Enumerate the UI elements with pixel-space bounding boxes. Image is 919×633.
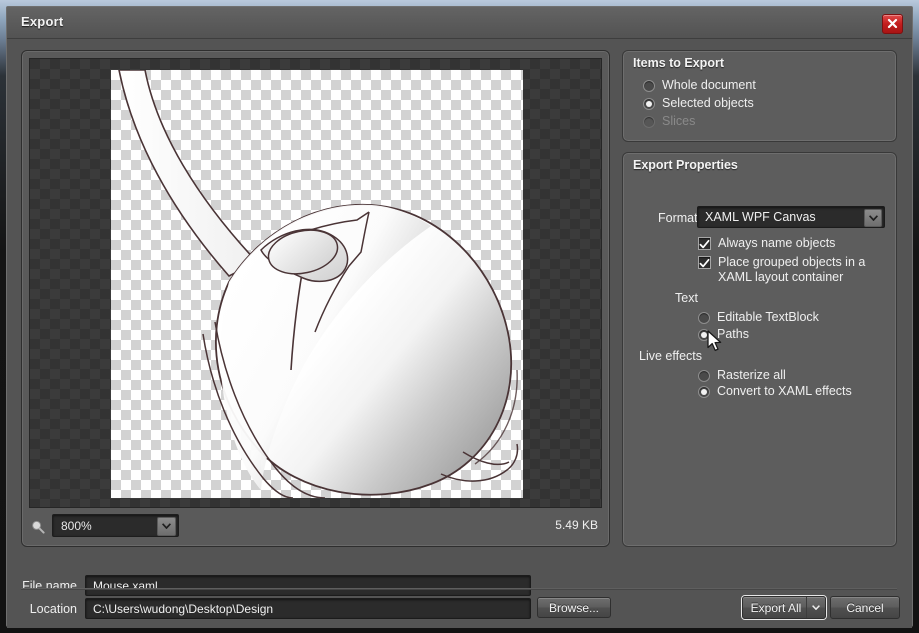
- dialog-body: 800% 5.49 KB Items to Export Whole docum…: [7, 39, 912, 628]
- magnifier-icon: [32, 520, 45, 534]
- zoom-toolbar: 800% 5.49 KB: [29, 514, 602, 540]
- check-icon: [699, 239, 710, 249]
- close-button[interactable]: [882, 14, 903, 34]
- browse-button-label: Browse...: [548, 601, 599, 615]
- radio-label: Slices: [662, 114, 696, 128]
- radio-indicator: [698, 370, 710, 382]
- radio-whole-document[interactable]: Whole document: [643, 78, 873, 96]
- footer-divider: [21, 588, 897, 590]
- close-icon: [887, 18, 898, 29]
- zoom-level-combobox[interactable]: 800%: [52, 514, 179, 537]
- dialog-titlebar: Export: [7, 7, 912, 39]
- browse-button[interactable]: Browse...: [537, 597, 611, 618]
- format-dropdown-arrow[interactable]: [864, 209, 882, 227]
- radio-convert-to-xaml-effects[interactable]: Convert to XAML effects: [698, 384, 888, 402]
- dialog-title: Export: [21, 14, 64, 29]
- preview-panel: 800% 5.49 KB: [21, 50, 610, 547]
- location-value: C:\Users\wudong\Desktop\Design: [93, 602, 274, 616]
- radio-label: Editable TextBlock: [717, 310, 819, 324]
- radio-selected-objects[interactable]: Selected objects: [643, 96, 873, 114]
- check-icon: [699, 258, 710, 268]
- radio-label: Paths: [717, 327, 749, 341]
- chevron-down-icon: [812, 605, 820, 610]
- radio-slices: Slices: [643, 114, 873, 132]
- preview-canvas[interactable]: [29, 58, 602, 508]
- file-size-label: 5.49 KB: [555, 518, 598, 532]
- location-label: Location: [29, 602, 77, 616]
- radio-paths[interactable]: Paths: [698, 327, 888, 345]
- format-combobox[interactable]: XAML WPF Canvas: [697, 206, 885, 228]
- radio-indicator: [643, 80, 655, 92]
- text-section-label: Text: [675, 291, 698, 305]
- radio-label: Whole document: [662, 78, 756, 92]
- export-bounds-region: [111, 70, 523, 498]
- file-name-label: File name: [22, 579, 77, 593]
- screenshot-root: Export 800% 5.49 KB Items to Export Whol…: [0, 0, 919, 633]
- checkbox-always-name-objects[interactable]: Always name objects: [698, 236, 898, 252]
- checkbox-place-grouped-objects[interactable]: Place grouped objects in a XAML layout c…: [698, 255, 888, 287]
- format-label: Format: [658, 211, 698, 225]
- items-to-export-group: Items to Export Whole document Selected …: [622, 50, 897, 142]
- zoom-dropdown-arrow[interactable]: [157, 517, 176, 536]
- format-value: XAML WPF Canvas: [705, 210, 816, 224]
- cancel-button[interactable]: Cancel: [830, 596, 900, 619]
- checkbox-indicator: [698, 256, 711, 269]
- items-to-export-title: Items to Export: [633, 56, 724, 70]
- export-all-button-label: Export All: [750, 601, 802, 615]
- checkbox-indicator: [698, 237, 711, 250]
- checkbox-label: Always name objects: [718, 236, 836, 250]
- location-input[interactable]: C:\Users\wudong\Desktop\Design: [85, 598, 531, 619]
- radio-editable-textblock[interactable]: Editable TextBlock: [698, 310, 888, 328]
- radio-indicator: [698, 329, 710, 341]
- radio-label: Rasterize all: [717, 368, 786, 382]
- checkbox-label: Place grouped objects in a XAML layout c…: [718, 255, 866, 284]
- zoom-level-value: 800%: [61, 519, 92, 533]
- export-properties-title: Export Properties: [633, 158, 738, 172]
- radio-indicator: [698, 312, 710, 324]
- live-effects-section-label: Live effects: [639, 349, 703, 363]
- file-name-input[interactable]: Mouse.xaml: [85, 575, 531, 596]
- radio-indicator: [643, 98, 655, 110]
- radio-indicator: [643, 116, 655, 128]
- file-name-value: Mouse.xaml: [93, 579, 158, 593]
- export-dialog-window: Export 800% 5.49 KB Items to Export Whol…: [6, 6, 913, 628]
- mouse-artwork: [118, 70, 519, 498]
- chevron-down-icon: [868, 215, 878, 221]
- radio-indicator: [698, 386, 710, 398]
- chevron-down-icon: [162, 523, 171, 529]
- radio-label: Convert to XAML effects: [717, 384, 852, 398]
- export-all-dropdown-arrow[interactable]: [806, 597, 825, 618]
- export-all-button[interactable]: Export All: [742, 596, 826, 619]
- cancel-button-label: Cancel: [846, 601, 884, 615]
- radio-label: Selected objects: [662, 96, 754, 110]
